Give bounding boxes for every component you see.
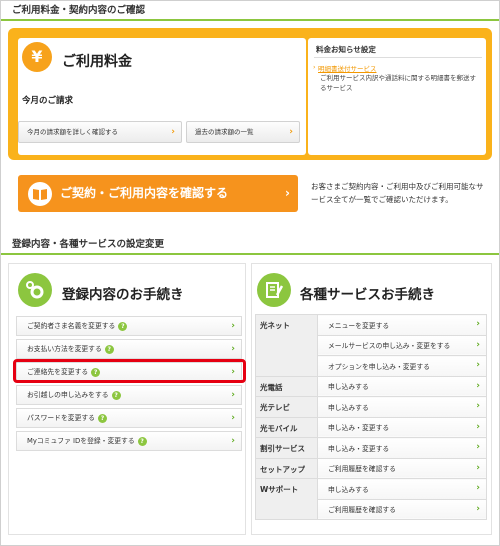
service-item-label: 申し込みする <box>328 383 369 392</box>
service-item-label: ご利用履歴を確認する <box>328 506 396 515</box>
contract-confirm-label: ご契約・ご利用内容を確認する <box>60 186 229 200</box>
billing-title: ご利用料金 <box>62 54 132 70</box>
section-title-billing: ご利用料金・契約内容のご確認 <box>1 1 499 21</box>
help-icon[interactable]: ? <box>97 413 107 423</box>
chevron-right-icon: › <box>231 390 235 400</box>
list-item-label: ご契約者さま名義を変更する <box>27 322 116 330</box>
service-category-setup: セットアップ <box>255 457 318 479</box>
service-item[interactable]: メニューを変更する › <box>317 314 487 336</box>
service-item-label: 申し込みする <box>328 403 369 412</box>
list-item-label: お支払い方法を変更する <box>27 345 102 353</box>
statement-service-description: ご利用サービス内訳や通話料に関する明細書を郵送するサービス <box>320 74 476 92</box>
registration-title: 登録内容のお手続き <box>62 287 184 303</box>
current-bill-detail-button[interactable]: 今月の請求額を詳しく確認する › <box>18 121 182 143</box>
contract-confirm-button[interactable]: ご契約・ご利用内容を確認する › <box>18 175 298 212</box>
list-item-label: パスワードを変更する <box>27 414 95 422</box>
billing-subtitle: 今月のご請求 <box>22 96 74 106</box>
service-item[interactable]: ご利用履歴を確認する › <box>317 498 487 520</box>
help-icon[interactable]: ? <box>137 436 147 446</box>
moving-application-item[interactable]: お引越しの申し込みをする? › <box>16 385 242 405</box>
past-bills-button[interactable]: 過去の請求額の一覧 › <box>186 121 300 143</box>
past-bills-label: 過去の請求額の一覧 <box>195 128 254 136</box>
chevron-right-icon: › <box>231 436 235 446</box>
service-item-label: 申し込み・変更する <box>328 444 390 453</box>
help-icon[interactable]: ? <box>111 390 121 400</box>
service-category-tv: 光テレビ <box>255 396 318 418</box>
service-category-mobile: 光モバイル <box>255 416 318 438</box>
chevron-right-icon: › <box>231 344 235 354</box>
notice-panel <box>308 38 486 155</box>
service-category-w-support: Wサポート <box>255 478 318 520</box>
book-icon <box>28 182 52 206</box>
services-table: 光ネット メニューを変更する › メールサービスの申し込み・変更をする › オプショ… <box>255 314 487 520</box>
my-commufa-id-item[interactable]: Myコミュファ IDを登録・変更する? › <box>16 431 242 451</box>
service-item[interactable]: 申し込みする › <box>317 375 487 397</box>
service-item-label: オプションを申し込み・変更する <box>328 362 430 371</box>
service-item[interactable]: オプションを申し込み・変更する › <box>317 355 487 377</box>
chevron-right-icon: › <box>476 421 480 432</box>
service-item-label: メールサービスの申し込み・変更をする <box>328 342 451 351</box>
chevron-right-icon: › <box>171 127 175 137</box>
chevron-right-icon: › <box>476 380 480 391</box>
change-password-item[interactable]: パスワードを変更する? › <box>16 408 242 428</box>
change-contract-name-item[interactable]: ご契約者さま名義を変更する? › <box>16 316 242 336</box>
service-item[interactable]: 申し込みする › <box>317 478 487 500</box>
service-item-label: 申し込み・変更する <box>328 424 390 433</box>
highlight-box <box>13 359 246 383</box>
notice-title: 料金お知らせ設定 <box>316 45 376 54</box>
current-bill-detail-label: 今月の請求額を詳しく確認する <box>27 128 118 136</box>
chevron-right-icon: › <box>476 319 480 329</box>
chevron-right-icon: › <box>285 186 290 200</box>
chevron-right-icon: › <box>476 339 480 350</box>
service-item[interactable]: 申し込みする › <box>317 396 487 418</box>
chevron-right-icon: › <box>476 503 480 514</box>
service-item[interactable]: 申し込み・変更する › <box>317 437 487 459</box>
chevron-right-icon: › <box>289 127 293 137</box>
gear-icon <box>18 273 52 307</box>
service-category-hikari-net: 光ネット <box>255 314 318 377</box>
chevron-right-icon: › <box>476 360 480 370</box>
chevron-right-icon: › <box>476 462 480 473</box>
pencil-note-icon <box>257 273 291 307</box>
help-icon[interactable]: ? <box>118 321 128 331</box>
chevron-right-icon: › <box>476 483 480 493</box>
change-payment-method-item[interactable]: お支払い方法を変更する? › <box>16 339 242 359</box>
services-title: 各種サービスお手続き <box>300 287 435 303</box>
list-item-label: Myコミュファ IDを登録・変更する <box>27 437 135 445</box>
service-item-label: メニューを変更する <box>328 321 390 330</box>
section-title-settings: 登録内容・各種サービスの設定変更 <box>1 235 499 255</box>
chevron-right-icon: › <box>476 401 480 411</box>
statement-service-link[interactable]: 明細書送付サービス <box>318 63 377 73</box>
service-item-label: ご利用履歴を確認する <box>328 465 396 474</box>
yen-icon: ¥ <box>22 42 52 72</box>
service-item[interactable]: ご利用履歴を確認する › <box>317 457 487 479</box>
service-category-phone: 光電話 <box>255 375 318 397</box>
list-item-label: お引越しの申し込みをする <box>27 391 109 399</box>
help-icon[interactable]: ? <box>104 344 114 354</box>
bullet-icon: › <box>313 63 316 71</box>
chevron-right-icon: › <box>476 442 480 452</box>
chevron-right-icon: › <box>231 413 235 423</box>
notice-divider <box>314 57 482 58</box>
service-item-label: 申し込みする <box>328 485 369 494</box>
service-item[interactable]: メールサービスの申し込み・変更をする › <box>317 334 487 356</box>
service-item[interactable]: 申し込み・変更する › <box>317 416 487 438</box>
chevron-right-icon: › <box>231 321 235 331</box>
service-category-discount: 割引サービス <box>255 437 318 459</box>
contract-note: お客さまご契約内容・ご利用中及びご利用可能なサービス全てが一覧でご確認いただけま… <box>311 182 484 204</box>
